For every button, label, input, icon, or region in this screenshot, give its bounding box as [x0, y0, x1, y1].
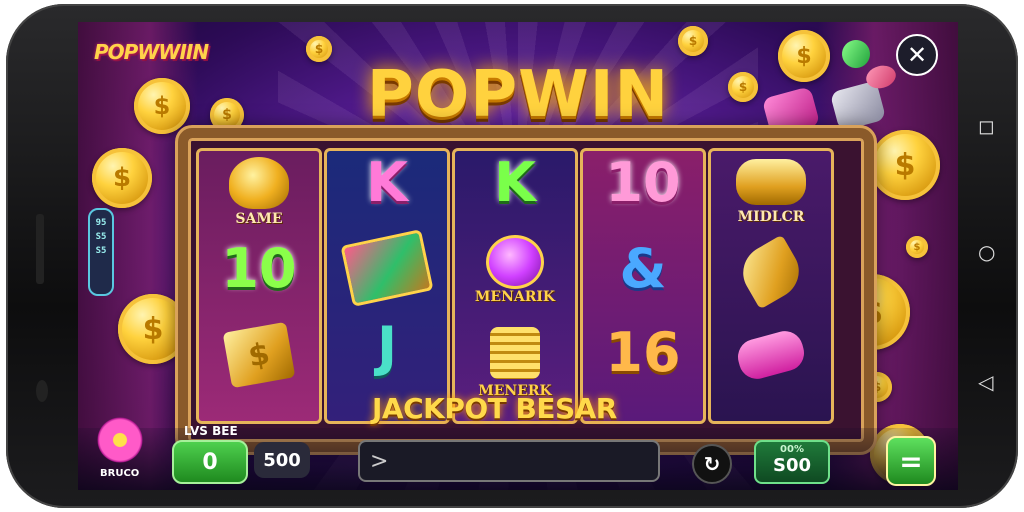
- coin-icon: $: [906, 236, 928, 258]
- home-nav-icon[interactable]: ○: [978, 240, 995, 264]
- bet-amount[interactable]: 500: [254, 442, 310, 478]
- refresh-button[interactable]: ↻: [692, 444, 732, 484]
- recent-nav-icon[interactable]: ◁: [978, 370, 993, 394]
- horn-icon: [711, 234, 831, 310]
- symbol-ten: 10: [221, 237, 297, 300]
- side-panel-text: 95: [95, 218, 107, 228]
- close-button[interactable]: ✕: [896, 34, 938, 76]
- bet-button[interactable]: 0: [172, 440, 248, 484]
- chest-icon: [327, 229, 447, 307]
- game-title: POPWIN: [366, 58, 670, 132]
- gold-scroll-icon: [711, 159, 831, 205]
- symbol-sixteen: 16: [605, 321, 681, 384]
- jackpot-banner: JACKPOT BESAR: [372, 392, 617, 425]
- spin-input[interactable]: >: [358, 440, 660, 482]
- symbol-j: J: [376, 315, 398, 378]
- coin-icon: $: [778, 30, 830, 82]
- symbol-k: K: [494, 151, 536, 214]
- reel-4: 10 & 16: [580, 148, 706, 424]
- symbol-k: K: [366, 151, 408, 214]
- pink-scroll-icon: [711, 327, 831, 383]
- side-panel-text: S5: [95, 232, 107, 242]
- money-icon: $: [199, 321, 319, 389]
- bet-label: LVS BEE: [184, 424, 238, 438]
- win-value: S00: [772, 455, 811, 476]
- win-display: 00% S00: [754, 440, 830, 484]
- amulet-icon: [455, 235, 575, 289]
- coin-stack-icon: [455, 327, 575, 379]
- coin-icon: $: [134, 78, 190, 134]
- reel-5: MIDLCR: [708, 148, 834, 424]
- flower-label: BRUCO: [100, 468, 140, 479]
- flower-icon[interactable]: [94, 414, 146, 466]
- symbol-ampersand: &: [619, 237, 667, 300]
- coin-icon: $: [678, 26, 708, 56]
- symbol-ten: 10: [605, 151, 681, 214]
- symbol-label: SAME: [235, 211, 283, 227]
- menu-button[interactable]: =: [886, 436, 936, 486]
- side-panel[interactable]: 95 S5 S5: [88, 208, 114, 296]
- brand-logo: POPWWIIN: [94, 40, 209, 64]
- symbol-label: MIDLCR: [737, 209, 805, 225]
- volume-button: [36, 214, 44, 284]
- coin-icon: $: [210, 98, 244, 132]
- gold-bag-icon: [199, 157, 319, 209]
- reel-2: K J: [324, 148, 450, 424]
- reel-3: K MENARIK MENERK: [452, 148, 578, 424]
- chevron-right-icon: >: [370, 448, 389, 474]
- game-screen: POPWWIIN POPWIN ✕ $ $ $ $ $ $ $ $ $ $ $ …: [78, 22, 958, 490]
- camera-icon: [36, 380, 48, 402]
- win-label: 00%: [780, 444, 804, 455]
- reel-1: SAME 10 $: [196, 148, 322, 424]
- coin-icon: $: [306, 36, 332, 62]
- back-nav-icon[interactable]: ◻: [978, 114, 995, 138]
- coin-icon: $: [728, 72, 758, 102]
- symbol-label: MENARIK: [474, 289, 556, 305]
- coin-icon: $: [870, 130, 940, 200]
- side-panel-text: S5: [95, 246, 107, 256]
- coin-icon: $: [92, 148, 152, 208]
